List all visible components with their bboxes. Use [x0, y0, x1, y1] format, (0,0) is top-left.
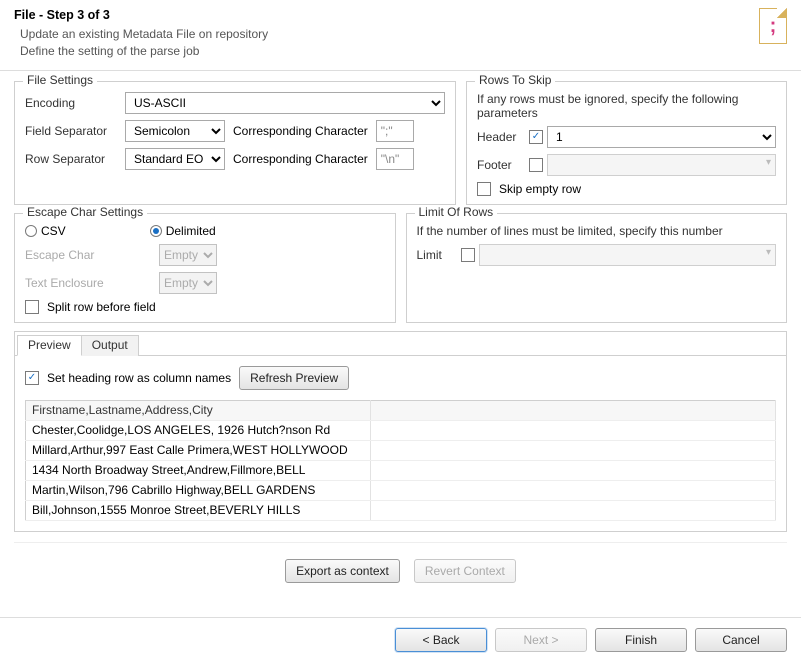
table-row: Martin,Wilson,796 Cabrillo Highway,BELL … [26, 480, 776, 500]
escape-char-label: Escape Char [25, 248, 155, 262]
wizard-header: File - Step 3 of 3 Update an existing Me… [0, 0, 801, 71]
tab-body-preview: Set heading row as column names Refresh … [15, 356, 786, 531]
text-enclosure-label: Text Enclosure [25, 276, 155, 290]
row-separator-combo[interactable]: Standard EOL [125, 148, 225, 170]
limit-label: Limit [417, 248, 457, 262]
delimited-radio-label: Delimited [166, 224, 216, 238]
wizard-body: File Settings Encoding US-ASCII Field Se… [0, 71, 801, 617]
export-as-context-button[interactable]: Export as context [285, 559, 400, 583]
split-row-checkbox[interactable] [25, 300, 39, 314]
group-legend: Limit Of Rows [415, 205, 498, 219]
header-count-combo[interactable]: 1 [547, 126, 776, 148]
finish-button[interactable]: Finish [595, 628, 687, 652]
split-row-label: Split row before field [47, 300, 156, 314]
encoding-label: Encoding [25, 96, 121, 110]
preview-header-cell: Firstname,Lastname,Address,City [26, 400, 371, 420]
group-escape-char: Escape Char Settings CSV Delimited Escap… [14, 213, 396, 323]
csv-radio-label: CSV [41, 224, 66, 238]
group-file-settings: File Settings Encoding US-ASCII Field Se… [14, 81, 456, 205]
context-button-row: Export as context Revert Context [14, 542, 787, 605]
footer-label: Footer [477, 158, 525, 172]
tab-strip: Preview Output [15, 332, 786, 356]
wizard-dialog: File - Step 3 of 3 Update an existing Me… [0, 0, 801, 662]
wizard-footer: < Back Next > Finish Cancel [0, 617, 801, 662]
table-row: Bill,Johnson,1555 Monroe Street,BEVERLY … [26, 500, 776, 520]
set-heading-label: Set heading row as column names [47, 371, 231, 385]
csv-radio[interactable]: CSV [25, 224, 66, 238]
preview-header-empty [371, 400, 776, 420]
tab-output[interactable]: Output [81, 335, 139, 356]
refresh-preview-button[interactable]: Refresh Preview [239, 366, 349, 390]
group-rows-to-skip: Rows To Skip If any rows must be ignored… [466, 81, 787, 205]
limit-checkbox[interactable] [461, 248, 475, 262]
field-separator-label: Field Separator [25, 124, 121, 138]
limit-value-combo [479, 244, 777, 266]
footer-count-combo [547, 154, 776, 176]
preview-output-tabs: Preview Output Set heading row as column… [14, 331, 787, 532]
group-legend: Escape Char Settings [23, 205, 147, 219]
preview-table: Firstname,Lastname,Address,City Chester,… [25, 400, 776, 521]
table-row: Chester,Coolidge,LOS ANGELES, 1926 Hutch… [26, 420, 776, 440]
row-sep-cc-value[interactable] [376, 148, 414, 170]
back-button[interactable]: < Back [395, 628, 487, 652]
text-enclosure-combo: Empty [159, 272, 217, 294]
row-sep-cc-label: Corresponding Character [233, 152, 368, 166]
revert-context-button: Revert Context [414, 559, 516, 583]
field-separator-combo[interactable]: Semicolon [125, 120, 225, 142]
table-row: 1434 North Broadway Street,Andrew,Fillmo… [26, 460, 776, 480]
escape-char-combo: Empty [159, 244, 217, 266]
encoding-combo[interactable]: US-ASCII [125, 92, 445, 114]
skip-empty-label: Skip empty row [499, 182, 581, 196]
group-legend: File Settings [23, 73, 97, 87]
group-legend: Rows To Skip [475, 73, 555, 87]
header-label: Header [477, 130, 525, 144]
group-limit-of-rows: Limit Of Rows If the number of lines mus… [406, 213, 788, 323]
footer-checkbox[interactable] [529, 158, 543, 172]
field-sep-cc-value[interactable] [376, 120, 414, 142]
field-sep-cc-label: Corresponding Character [233, 124, 368, 138]
file-semicolon-icon: ; [759, 8, 787, 44]
page-subtitle-1: Update an existing Metadata File on repo… [14, 26, 787, 43]
cancel-button[interactable]: Cancel [695, 628, 787, 652]
skip-empty-checkbox[interactable] [477, 182, 491, 196]
limit-note: If the number of lines must be limited, … [417, 224, 777, 238]
page-subtitle-2: Define the setting of the parse job [14, 43, 787, 60]
next-button: Next > [495, 628, 587, 652]
tab-preview[interactable]: Preview [17, 335, 82, 356]
page-title: File - Step 3 of 3 [14, 8, 787, 22]
row-separator-label: Row Separator [25, 152, 121, 166]
header-checkbox[interactable] [529, 130, 543, 144]
set-heading-checkbox[interactable] [25, 371, 39, 385]
delimited-radio[interactable]: Delimited [150, 224, 216, 238]
table-row: Millard,Arthur,997 East Calle Primera,WE… [26, 440, 776, 460]
rows-skip-note: If any rows must be ignored, specify the… [477, 92, 776, 120]
